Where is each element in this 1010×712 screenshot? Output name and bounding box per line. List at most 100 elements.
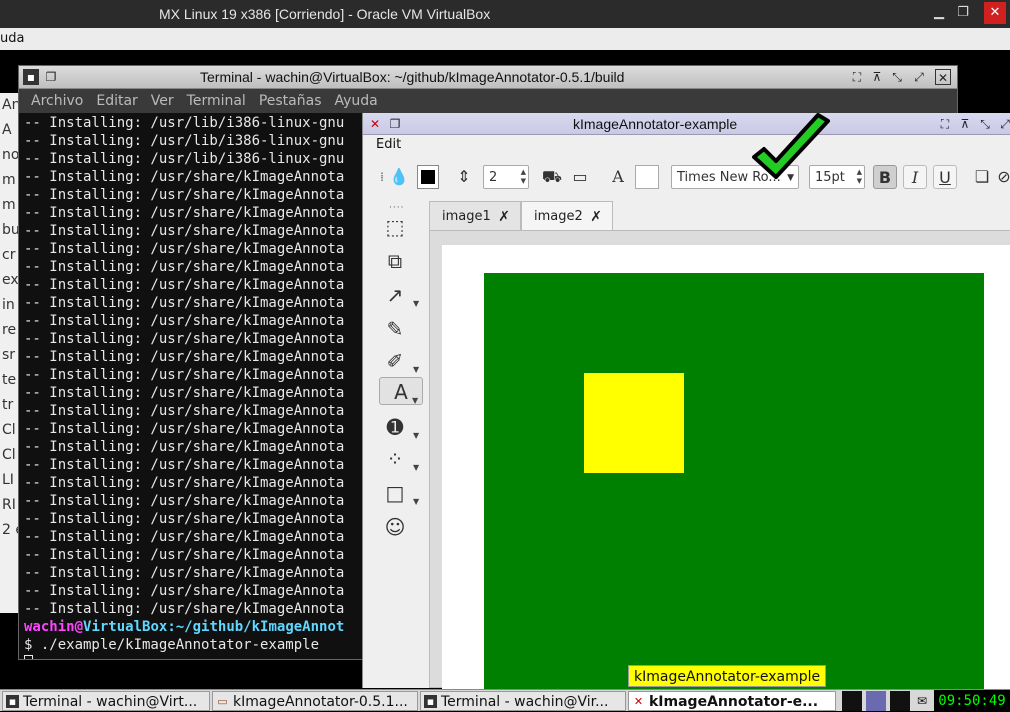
fullscreen-icon[interactable]: ⛶ bbox=[937, 116, 953, 132]
restore-icon[interactable]: ❐ bbox=[387, 116, 403, 132]
maximize-icon[interactable]: ⤢ bbox=[911, 69, 927, 85]
prompt-path: :~/github/kImageAnnot bbox=[167, 619, 345, 635]
kia-title: kImageAnnotator-example bbox=[573, 116, 738, 132]
tab-label: image2 bbox=[534, 209, 583, 224]
shrink-icon[interactable]: ⤡ bbox=[889, 69, 905, 85]
green-image[interactable] bbox=[484, 273, 984, 689]
text-tool-icon[interactable]: A ▼ bbox=[379, 377, 423, 405]
terminal-line: -- Installing: /usr/share/kImageAnnota bbox=[24, 403, 345, 419]
minimize-icon[interactable]: ▁ bbox=[928, 2, 950, 24]
restore-icon[interactable]: ❐ bbox=[43, 69, 59, 85]
terminal-prompt: wachin@VirtualBox:~/github/kImageAnnot bbox=[24, 618, 364, 636]
terminal-line: -- Installing: /usr/share/kImageAnnota bbox=[24, 457, 345, 473]
close-tab-icon[interactable]: ✗ bbox=[590, 202, 602, 232]
workspace-3-icon[interactable] bbox=[890, 691, 910, 711]
terminal-titlebar[interactable]: ▪ ❐ Terminal - wachin@VirtualBox: ~/gith… bbox=[19, 66, 957, 89]
sidebar-handle-icon[interactable]: ···· bbox=[389, 203, 404, 213]
terminal-menu-item[interactable]: Pestañas bbox=[259, 93, 322, 109]
restore-icon[interactable]: ❐ bbox=[952, 2, 974, 24]
kia-toolbar: ⁞ 💧 ⇕ 2 ▲ ▼ ⛟ ▭ A Times New Ro... ▼ 15pt … bbox=[363, 157, 1010, 195]
spin-arrows-icon[interactable]: ▲ ▼ bbox=[521, 168, 526, 186]
close-icon[interactable]: ✕ bbox=[984, 2, 1006, 24]
terminal-line: -- Installing: /usr/share/kImageAnnota bbox=[24, 205, 345, 221]
fill-bucket-icon[interactable]: ⛟ bbox=[541, 165, 563, 189]
maximize-icon[interactable]: ⤢ bbox=[997, 116, 1010, 132]
pin-icon[interactable]: ⊼ bbox=[957, 116, 973, 132]
taskbar-item-terminal-1[interactable]: ▪ Terminal - wachin@Virt... bbox=[2, 691, 210, 711]
color-swatch-button[interactable] bbox=[417, 165, 439, 189]
tab-image2[interactable]: image2 ✗ bbox=[521, 201, 613, 231]
prompt-user: wachin bbox=[24, 619, 75, 635]
terminal-line: -- Installing: /usr/share/kImageAnnota bbox=[24, 313, 345, 329]
terminal-menu-item[interactable]: Ver bbox=[151, 93, 174, 109]
close-tab-icon[interactable]: ✗ bbox=[498, 202, 510, 232]
shrink-icon[interactable]: ⤡ bbox=[977, 116, 993, 132]
number-tool-icon[interactable]: ➊ ▼ bbox=[381, 413, 420, 441]
chevron-down-icon: ▼ bbox=[413, 497, 420, 506]
taskbar-item-folder[interactable]: ▭ kImageAnnotator-0.5.1... bbox=[212, 691, 418, 711]
terminal-line: -- Installing: /usr/share/kImageAnnota bbox=[24, 547, 345, 563]
select-tool-icon[interactable]: ⬚ bbox=[381, 213, 409, 241]
terminal-menu-item[interactable]: Editar bbox=[96, 93, 137, 109]
mail-icon[interactable]: ✉ bbox=[912, 691, 932, 711]
taskbar-item-kimageannotator[interactable]: ✕ kImageAnnotator-e... bbox=[628, 691, 836, 711]
terminal-line: -- Installing: /usr/share/kImageAnnota bbox=[24, 421, 345, 437]
vbox-menu-help[interactable]: uda bbox=[0, 31, 24, 46]
tab-image1[interactable]: image1 ✗ bbox=[429, 201, 521, 231]
menu-edit[interactable]: Edit bbox=[376, 137, 401, 152]
folder-icon: ▭ bbox=[217, 695, 228, 708]
pin-icon[interactable]: ⊼ bbox=[869, 69, 885, 85]
terminal-line: -- Installing: /usr/share/kImageAnnota bbox=[24, 385, 345, 401]
terminal-cursor-line[interactable] bbox=[24, 654, 364, 659]
app-x-icon: ✕ bbox=[369, 117, 381, 131]
fullscreen-icon[interactable]: ⛶ bbox=[849, 69, 865, 85]
yellow-square[interactable] bbox=[584, 373, 684, 473]
marker-tool-icon[interactable]: ✐ ▼ bbox=[381, 347, 420, 375]
terminal-line: -- Installing: /usr/share/kImageAnnota bbox=[24, 493, 345, 509]
more-icon[interactable]: ⊘ bbox=[997, 165, 1010, 189]
workspace-1-icon[interactable] bbox=[842, 691, 862, 711]
canvas-scroll-area[interactable] bbox=[429, 230, 1010, 689]
close-icon[interactable]: ✕ bbox=[935, 69, 951, 85]
kia-titlebar[interactable]: ✕ ❐ kImageAnnotator-example ⛶ ⊼ ⤡ ⤢ bbox=[363, 113, 1010, 135]
terminal-menu-item[interactable]: Terminal bbox=[187, 93, 246, 109]
workspace-2-icon[interactable] bbox=[866, 691, 886, 711]
clock: 09:50:49 bbox=[934, 690, 1010, 712]
terminal-output[interactable]: -- Installing: /usr/lib/i386-linux-gnu --… bbox=[19, 114, 364, 659]
arrow-tool-icon[interactable]: ↗ ▼ bbox=[381, 281, 420, 309]
text-color-icon[interactable]: A bbox=[607, 165, 629, 189]
duplicate-tool-icon[interactable]: ⧉ bbox=[381, 247, 409, 275]
fill-type-icon[interactable]: ▭ bbox=[569, 165, 591, 189]
app-x-icon: ✕ bbox=[633, 695, 644, 708]
color-drop-icon[interactable]: 💧 bbox=[389, 165, 409, 189]
canvas-page[interactable] bbox=[442, 245, 1010, 689]
underline-button[interactable]: U bbox=[933, 165, 957, 189]
image-tabs: image1 ✗ image2 ✗ bbox=[429, 201, 1010, 231]
terminal-menu-item[interactable]: Ayuda bbox=[335, 93, 378, 109]
pen-tool-icon[interactable]: ✎ bbox=[381, 315, 409, 343]
kimageannotator-window[interactable]: ✕ ❐ kImageAnnotator-example ⛶ ⊼ ⤡ ⤢ Edit… bbox=[362, 113, 1010, 689]
task-label: Terminal - wachin@Virt... bbox=[23, 694, 198, 710]
blur-tool-icon[interactable]: ⁘ ▼ bbox=[381, 445, 420, 473]
vbox-menubar: uda bbox=[0, 28, 1010, 50]
bold-button[interactable]: B bbox=[873, 165, 897, 189]
terminal-menu-item[interactable]: Archivo bbox=[31, 93, 83, 109]
terminal-app-icon: ▪ bbox=[23, 69, 39, 85]
width-spinbox[interactable]: 2 ▲ ▼ bbox=[483, 165, 529, 189]
terminal-line: -- Installing: /usr/share/kImageAnnota bbox=[24, 601, 345, 617]
green-checkmark-icon bbox=[752, 113, 830, 179]
vbox-window-title: MX Linux 19 x386 [Corriendo] - Oracle VM… bbox=[159, 6, 491, 22]
shadow-icon[interactable]: ❏ bbox=[971, 165, 993, 189]
terminal-line: -- Installing: /usr/share/kImageAnnota bbox=[24, 439, 345, 455]
sticker-tool-icon[interactable]: ☺ bbox=[381, 513, 409, 541]
terminal-line: -- Installing: /usr/lib/i386-linux-gnu bbox=[24, 133, 345, 149]
chevron-down-icon: ▼ bbox=[413, 463, 420, 472]
terminal-line: -- Installing: /usr/share/kImageAnnota bbox=[24, 187, 345, 203]
text-color-swatch[interactable] bbox=[635, 165, 659, 189]
terminal-line: -- Installing: /usr/lib/i386-linux-gnu bbox=[24, 151, 345, 167]
taskbar-item-terminal-2[interactable]: ▪ Terminal - wachin@Vir... bbox=[420, 691, 626, 711]
toolbar-handle-icon[interactable]: ⁞ bbox=[379, 165, 385, 189]
spin-arrows-icon[interactable]: ▲ ▼ bbox=[857, 168, 862, 186]
rectangle-tool-icon[interactable]: □ ▼ bbox=[381, 479, 420, 507]
italic-button[interactable]: I bbox=[903, 165, 927, 189]
